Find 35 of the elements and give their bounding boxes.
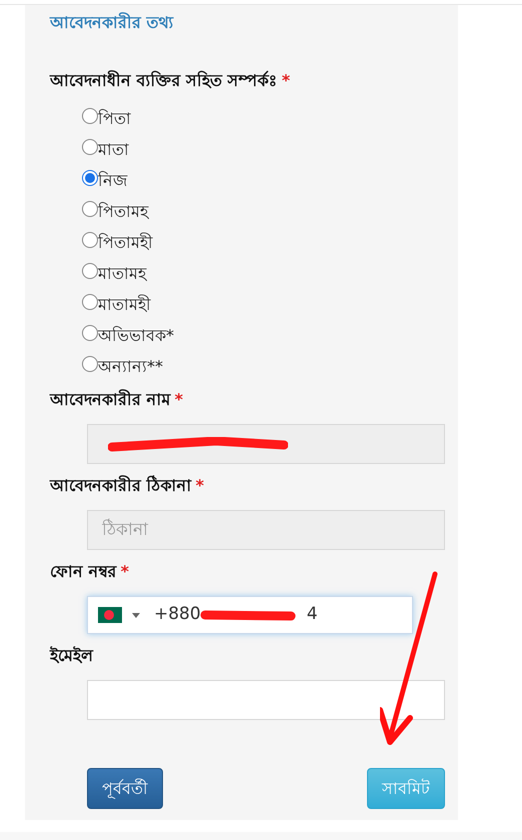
radio-button[interactable] (82, 262, 98, 278)
field-label: আবেদনাধীন ব্যক্তির সহিত সম্পর্কঃ (50, 69, 278, 92)
radio-option[interactable]: মাতামহ (82, 258, 458, 289)
required-mark: * (282, 70, 290, 92)
radio-option[interactable]: পিতা (82, 103, 458, 134)
phone-value: +880 (154, 603, 201, 626)
radio-option[interactable]: পিতামহী (82, 227, 458, 258)
radio-button[interactable] (82, 200, 98, 216)
required-mark: * (120, 561, 129, 583)
email-field[interactable] (87, 680, 445, 720)
previous-button[interactable]: পূর্ববর্তী (87, 768, 163, 809)
section-title: আবেদনকারীর তথ্য (50, 11, 175, 34)
field-label: আবেদনকারীর ঠিকানা (50, 474, 192, 497)
radio-option[interactable]: অভিভাবক* (82, 320, 458, 351)
radio-option[interactable]: মাতামহী (82, 289, 458, 320)
radio-button[interactable] (82, 232, 98, 248)
phone-field[interactable]: +880 4 (87, 596, 413, 634)
radio-button[interactable] (82, 294, 98, 310)
field-label: ফোন নম্বর (50, 561, 117, 583)
radio-option[interactable]: পিতামহ (82, 196, 458, 227)
radio-button[interactable] (82, 138, 98, 154)
required-mark: * (196, 475, 204, 497)
radio-button[interactable] (82, 324, 98, 340)
field-label: আবেদনকারীর নাম (50, 388, 171, 411)
radio-button[interactable] (82, 108, 98, 124)
radio-option[interactable]: অন্যান্য** (82, 351, 458, 382)
phone-value-end: 4 (306, 603, 318, 626)
radio-button[interactable] (82, 356, 98, 372)
caret-icon[interactable] (132, 612, 140, 618)
field-label: ইমেইল (50, 645, 93, 667)
flag-icon[interactable] (98, 607, 122, 623)
radio-option[interactable]: নিজ (82, 165, 458, 196)
radio-button[interactable] (82, 170, 98, 186)
required-mark: * (174, 389, 183, 411)
radio-option[interactable]: মাতা (82, 134, 458, 165)
